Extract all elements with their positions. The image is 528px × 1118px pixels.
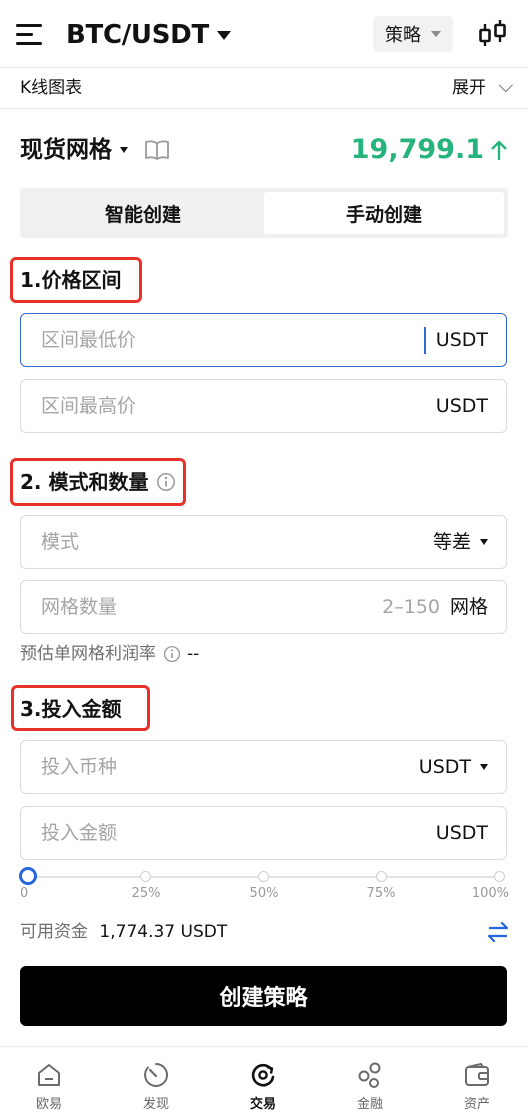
creation-mode-tabs: 智能创建 手动创建 bbox=[20, 188, 508, 238]
divider bbox=[0, 67, 528, 68]
section-title-investment: 3.投入金额 bbox=[20, 697, 122, 721]
menu-icon[interactable] bbox=[16, 22, 44, 46]
strategy-button-label: 策略 bbox=[385, 25, 421, 46]
unit-label: USDT bbox=[435, 822, 488, 844]
slider-tick-label: 50% bbox=[249, 886, 279, 901]
discover-icon bbox=[144, 1062, 169, 1087]
profit-estimate-value: -- bbox=[187, 644, 200, 664]
arrow-up-icon bbox=[491, 140, 507, 160]
slider-tick-label: 0 bbox=[20, 886, 29, 901]
nav-item-label: 交易 bbox=[249, 1097, 276, 1112]
nav-item-label: 资产 bbox=[463, 1097, 490, 1112]
highest-price-input[interactable]: 区间最高价 USDT bbox=[20, 379, 507, 433]
strategy-type-selector[interactable]: 现货网格 bbox=[20, 134, 128, 166]
available-funds-value: 1,774.37 USDT bbox=[99, 922, 228, 942]
profit-estimate-label: 预估单网格利润率 bbox=[20, 644, 156, 664]
text-cursor bbox=[424, 327, 426, 354]
highest-price-placeholder: 区间最高价 bbox=[41, 395, 137, 417]
grid-count-input[interactable]: 网格数量 2–150 网格 bbox=[20, 580, 507, 634]
amount-slider-thumb[interactable] bbox=[19, 867, 37, 885]
nav-item-home[interactable]: 欧易 bbox=[9, 1061, 89, 1112]
last-price: 19,799.1 bbox=[351, 132, 508, 168]
investment-amount-placeholder: 投入金额 bbox=[41, 822, 118, 844]
expand-toggle[interactable]: 展开 bbox=[452, 76, 513, 100]
chevron-down-icon bbox=[498, 78, 513, 93]
investment-coin-value: USDT bbox=[419, 741, 488, 793]
nav-item-finance[interactable]: 金融 bbox=[330, 1061, 410, 1112]
profit-estimate: 预估单网格利润率 -- bbox=[20, 642, 199, 666]
slider-node-50[interactable] bbox=[258, 871, 269, 882]
book-icon[interactable] bbox=[144, 139, 170, 161]
bottom-nav: 欧易 发现 交易 金融 资产 bbox=[0, 1046, 528, 1118]
investment-coin-select[interactable]: 投入币种 USDT bbox=[20, 740, 507, 794]
strategy-type-title: 现货网格 bbox=[20, 137, 112, 163]
info-icon[interactable] bbox=[156, 472, 176, 492]
nav-item-label: 发现 bbox=[142, 1097, 169, 1112]
caret-down-icon bbox=[431, 31, 441, 37]
caret-down-icon bbox=[480, 539, 488, 545]
tab-manual-create[interactable]: 手动创建 bbox=[264, 192, 504, 234]
investment-coin-selected: USDT bbox=[418, 756, 471, 778]
trade-icon bbox=[251, 1063, 275, 1087]
nav-item-label: 金融 bbox=[356, 1097, 383, 1112]
transfer-icon[interactable] bbox=[486, 920, 510, 944]
caret-down-icon bbox=[216, 30, 231, 40]
nav-item-trade[interactable]: 交易 bbox=[223, 1061, 303, 1112]
wallet-icon bbox=[465, 1063, 489, 1086]
strategy-button[interactable]: 策略 bbox=[373, 16, 453, 52]
mode-select[interactable]: 模式 等差 bbox=[20, 515, 507, 569]
create-strategy-button[interactable]: 创建策略 bbox=[20, 966, 507, 1026]
nav-item-assets[interactable]: 资产 bbox=[437, 1061, 517, 1112]
section-title-text: 2. 模式和数量 bbox=[20, 470, 149, 494]
trading-pair-label: BTC/USDT bbox=[66, 20, 209, 50]
lowest-price-placeholder: 区间最低价 bbox=[41, 329, 137, 351]
investment-coin-placeholder: 投入币种 bbox=[41, 756, 118, 778]
caret-down-icon bbox=[120, 147, 128, 153]
tab-smart-create[interactable]: 智能创建 bbox=[24, 192, 262, 234]
nav-item-discover[interactable]: 发现 bbox=[116, 1061, 196, 1112]
grid-range: 2–150 网格 bbox=[382, 581, 488, 633]
last-price-value: 19,799.1 bbox=[350, 134, 484, 165]
mode-selected-value: 等差 bbox=[432, 531, 471, 553]
available-funds: 可用资金 1,774.37 USDT bbox=[20, 920, 227, 944]
mode-value: 等差 bbox=[433, 516, 488, 568]
divider bbox=[0, 108, 528, 109]
nav-item-label: 欧易 bbox=[35, 1097, 62, 1112]
grid-range-value: 2–150 bbox=[382, 596, 440, 618]
unit-label: USDT bbox=[435, 395, 488, 417]
info-icon[interactable] bbox=[163, 645, 181, 663]
section-title-mode-quantity: 2. 模式和数量 bbox=[20, 469, 176, 495]
home-icon bbox=[38, 1064, 60, 1086]
trading-pair-selector[interactable]: BTC/USDT bbox=[66, 15, 231, 55]
caret-down-icon bbox=[480, 764, 488, 770]
expand-label: 展开 bbox=[452, 78, 486, 98]
slider-tick-label: 75% bbox=[366, 886, 396, 901]
grid-unit-label: 网格 bbox=[449, 596, 488, 618]
slider-tick-label: 25% bbox=[131, 886, 161, 901]
unit-label: USDT bbox=[435, 329, 488, 351]
slider-node-75[interactable] bbox=[376, 871, 387, 882]
finance-icon bbox=[358, 1062, 381, 1088]
candlestick-chart-icon[interactable] bbox=[476, 16, 510, 52]
investment-amount-input[interactable]: 投入金额 USDT bbox=[20, 806, 507, 860]
kline-chart-label: K线图表 bbox=[20, 78, 83, 98]
slider-node-25[interactable] bbox=[140, 871, 151, 882]
grid-count-placeholder: 网格数量 bbox=[41, 596, 118, 618]
section-title-price-range: 1.价格区间 bbox=[20, 268, 122, 292]
mode-placeholder: 模式 bbox=[41, 531, 80, 553]
slider-tick-label: 100% bbox=[471, 886, 509, 901]
available-funds-label: 可用资金 bbox=[20, 922, 88, 942]
lowest-price-input[interactable]: 区间最低价 USDT bbox=[20, 313, 507, 367]
slider-node-100[interactable] bbox=[494, 871, 505, 882]
